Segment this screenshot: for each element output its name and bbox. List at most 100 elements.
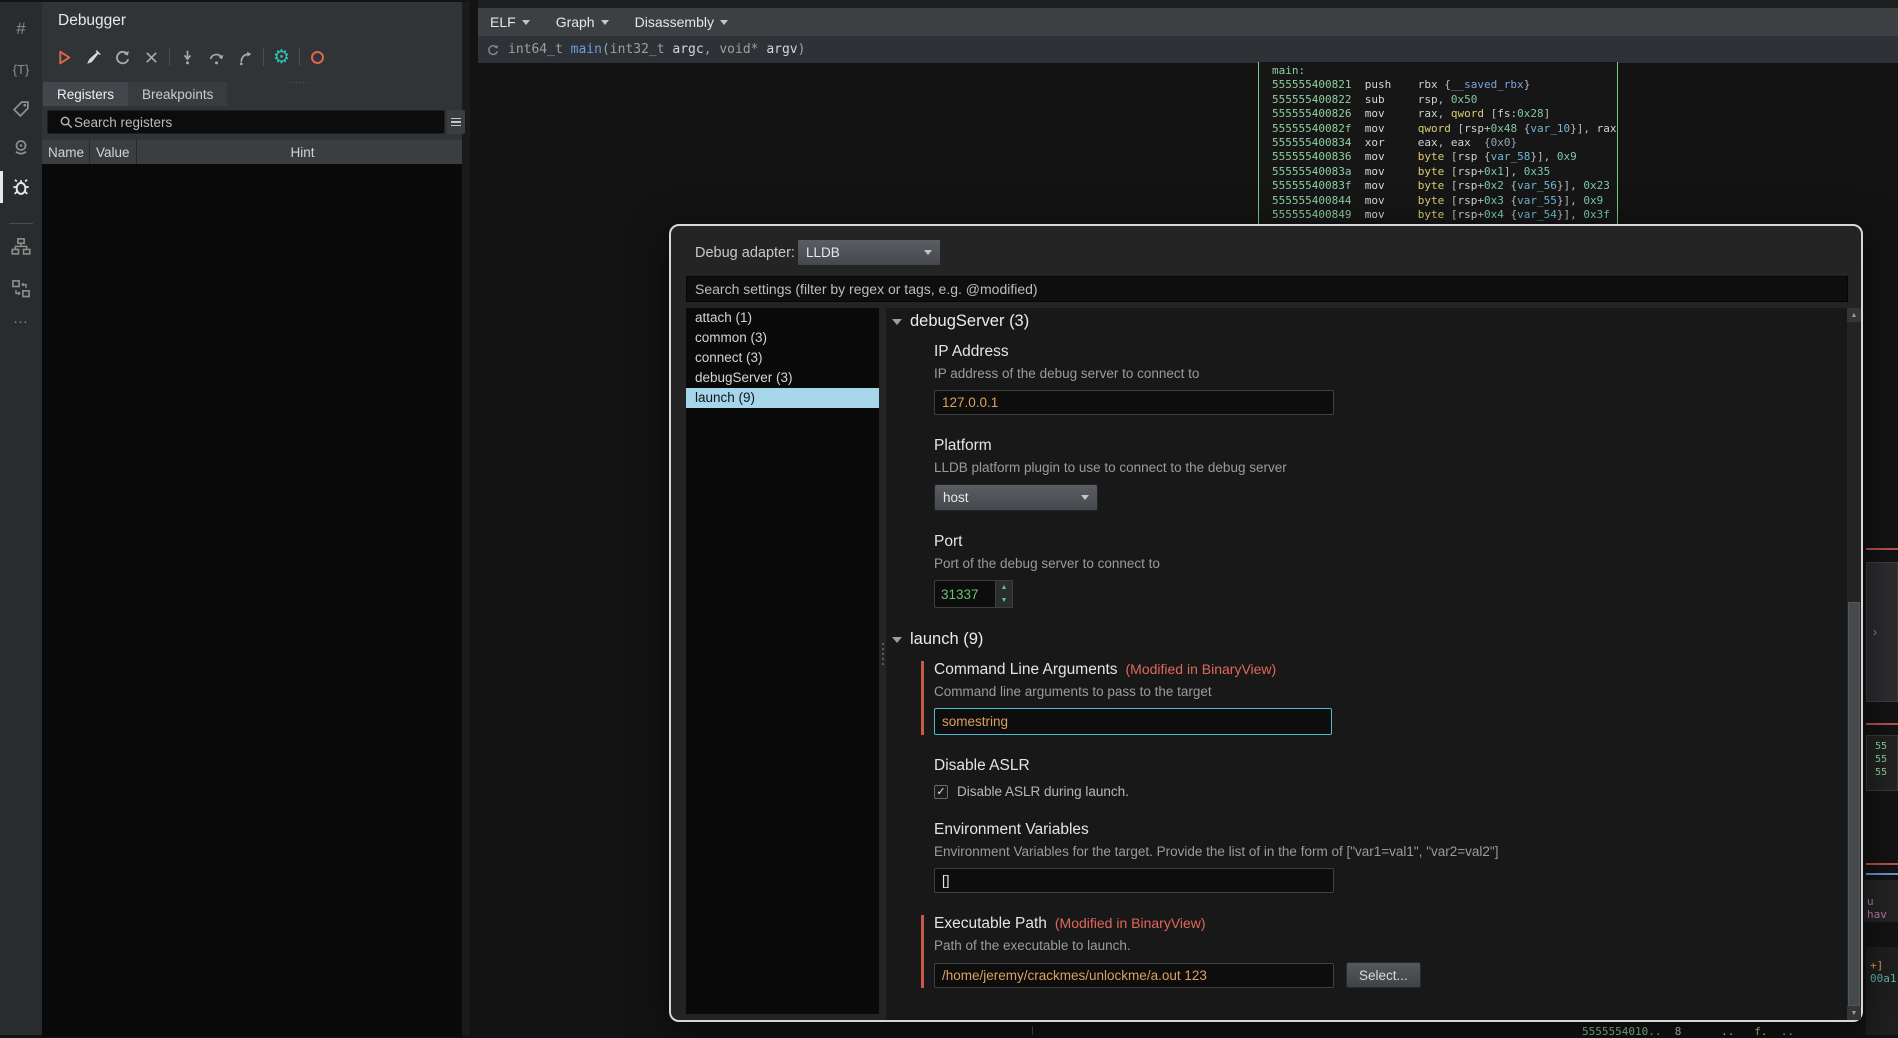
column-header-name[interactable]: Name: [42, 140, 90, 164]
command-line-arguments-input[interactable]: [934, 708, 1332, 735]
section-header-launch[interactable]: launch (9): [892, 630, 1847, 649]
toolbar-separator: [299, 48, 300, 66]
menu-graph[interactable]: Graph: [556, 14, 609, 30]
disassembly-line[interactable]: 555555400834 xor eax, eax {0x0}: [1272, 136, 1617, 150]
section-header-debugserver[interactable]: debugServer (3): [892, 312, 1847, 331]
column-header-value[interactable]: Value: [90, 140, 137, 164]
environment-variables-input[interactable]: [934, 868, 1334, 893]
spin-up-icon[interactable]: ▲: [996, 581, 1012, 594]
setting-description: Port of the debug server to connect to: [934, 556, 1847, 571]
graph-edge-red: [1866, 548, 1898, 550]
category-item[interactable]: common (3): [686, 328, 879, 348]
disassembly-line[interactable]: 555555400821 push rbx {__saved_rbx}: [1272, 78, 1617, 92]
setting-name: Platform: [934, 437, 1847, 455]
modified-badge: (Modified in BinaryView): [1055, 915, 1206, 931]
chevron-down-icon: [522, 20, 530, 25]
platform-select[interactable]: host: [934, 484, 1098, 511]
scrollbar-thumb[interactable]: [1848, 602, 1860, 1006]
setting-description: Command line arguments to pass to the ta…: [934, 684, 1847, 699]
run-button[interactable]: [50, 44, 79, 70]
category-item[interactable]: launch (9): [686, 388, 879, 408]
modified-badge: (Modified in BinaryView): [1126, 661, 1277, 677]
column-header-hint[interactable]: Hint: [137, 140, 462, 164]
more-panels-icon[interactable]: ...: [0, 308, 42, 328]
search-registers-input[interactable]: [47, 110, 445, 134]
menu-elf[interactable]: ELF: [490, 14, 530, 30]
function-signature-bar: int64_t main(int32_t argc, void* argv): [478, 36, 1898, 63]
panel-tabs: Registers Breakpoints: [43, 82, 227, 106]
scroll-down-icon[interactable]: ▼: [1847, 1006, 1861, 1020]
collapse-triangle-icon[interactable]: [892, 319, 902, 325]
port-input[interactable]: [934, 580, 996, 608]
settings-scrollbar[interactable]: ▲ ▼: [1847, 308, 1861, 1020]
setting-name: Port: [934, 533, 1847, 551]
registers-table-header: Name Value Hint: [42, 140, 462, 164]
disassembly-line[interactable]: main:: [1272, 64, 1617, 78]
graph-node-fragment: ›: [1866, 562, 1898, 702]
search-icon: [59, 115, 74, 130]
setting-name: Executable Path (Modified in BinaryView): [934, 915, 1847, 933]
toolbar-separator: [263, 48, 264, 66]
debugger-settings-gear-icon[interactable]: ⚙: [267, 44, 296, 70]
types-icon[interactable]: {T}: [0, 56, 42, 82]
mini-graph-icon[interactable]: [0, 234, 42, 260]
disassembly-line[interactable]: 55555540083f mov byte [rsp+0x2 {var_56}]…: [1272, 179, 1617, 193]
select-file-button[interactable]: Select...: [1346, 962, 1421, 988]
tab-breakpoints[interactable]: Breakpoints: [128, 82, 227, 106]
disassembly-line[interactable]: 55555540083a mov byte [rsp+0x1], 0x35: [1272, 165, 1617, 179]
disassembly-line[interactable]: 555555400822 sub rsp, 0x50: [1272, 93, 1617, 107]
collapse-triangle-icon[interactable]: [892, 637, 902, 643]
function-signature[interactable]: int64_t main(int32_t argc, void* argv): [508, 42, 805, 57]
search-options-menu-icon[interactable]: [447, 110, 465, 134]
category-item[interactable]: connect (3): [686, 348, 879, 368]
menu-disassembly[interactable]: Disassembly: [635, 14, 728, 30]
disassembly-line[interactable]: 55555540082f mov qword [rsp+0x48 {var_10…: [1272, 122, 1617, 136]
category-item[interactable]: attach (1): [686, 308, 879, 328]
halt-button[interactable]: [303, 44, 332, 70]
cross-references-icon[interactable]: #: [0, 16, 42, 42]
toolbar-drag-handle[interactable]: ......: [288, 75, 309, 85]
chevron-right-icon: ›: [1873, 625, 1877, 639]
checkbox-label: Disable ASLR during launch.: [957, 784, 1129, 799]
quit-button[interactable]: [137, 44, 166, 70]
registers-table-body[interactable]: [42, 164, 462, 1037]
refresh-icon[interactable]: [486, 43, 500, 57]
disassembly-line[interactable]: 555555400849 mov byte [rsp+0x4 {var_54}]…: [1272, 208, 1617, 222]
executable-path-row: Select...: [934, 962, 1847, 988]
chevron-down-icon: [1081, 495, 1089, 500]
disassembly-line[interactable]: 555555400844 mov byte [rsp+0x3 {var_55}]…: [1272, 194, 1617, 208]
spin-down-icon[interactable]: ▼: [996, 594, 1012, 607]
chevron-down-icon: [601, 20, 609, 25]
category-item[interactable]: debugServer (3): [686, 368, 879, 388]
scroll-up-icon[interactable]: ▲: [1847, 308, 1861, 322]
active-panel-indicator: [0, 171, 3, 203]
attach-pid-button[interactable]: [79, 44, 108, 70]
group-debugserver: IP Address IP address of the debug serve…: [886, 343, 1847, 608]
step-over-button[interactable]: [202, 44, 231, 70]
debug-adapter-select[interactable]: LLDB: [797, 239, 941, 266]
setting-description: IP address of the debug server to connec…: [934, 366, 1847, 381]
setting-platform: Platform LLDB platform plugin to use to …: [934, 437, 1847, 511]
restart-button[interactable]: [108, 44, 137, 70]
tab-registers[interactable]: Registers: [43, 82, 128, 106]
setting-name: Command Line Arguments (Modified in Bina…: [934, 661, 1847, 679]
step-out-button[interactable]: [231, 44, 260, 70]
settings-search-input[interactable]: [686, 276, 1848, 302]
register-search-row: [47, 110, 465, 134]
setting-port: Port Port of the debug server to connect…: [934, 533, 1847, 608]
splitter-drag-handle[interactable]: [882, 643, 884, 665]
variables-sync-icon[interactable]: [0, 276, 42, 302]
disassembly-code: main:555555400821 push rbx {__saved_rbx}…: [1259, 62, 1617, 222]
disassembly-line[interactable]: 555555400836 mov byte [rsp {var_58}], 0x…: [1272, 150, 1617, 164]
memory-map-icon[interactable]: [0, 135, 42, 161]
executable-path-input[interactable]: [934, 963, 1334, 988]
icon-rail: # {T} ...: [0, 0, 42, 1035]
settings-category-list[interactable]: attach (1)common (3)connect (3)debugServ…: [686, 308, 879, 1014]
disassembly-line[interactable]: 555555400826 mov rax, qword [fs:0x28]: [1272, 107, 1617, 121]
ip-address-input[interactable]: [934, 390, 1334, 415]
disable-aslr-checkbox[interactable]: ✓: [934, 785, 948, 799]
tags-icon[interactable]: [0, 96, 42, 122]
step-into-button[interactable]: [173, 44, 202, 70]
debugger-icon[interactable]: [0, 172, 42, 202]
debug-adapter-settings-dialog: Debug adapter: LLDB attach (1)common (3)…: [669, 224, 1863, 1022]
